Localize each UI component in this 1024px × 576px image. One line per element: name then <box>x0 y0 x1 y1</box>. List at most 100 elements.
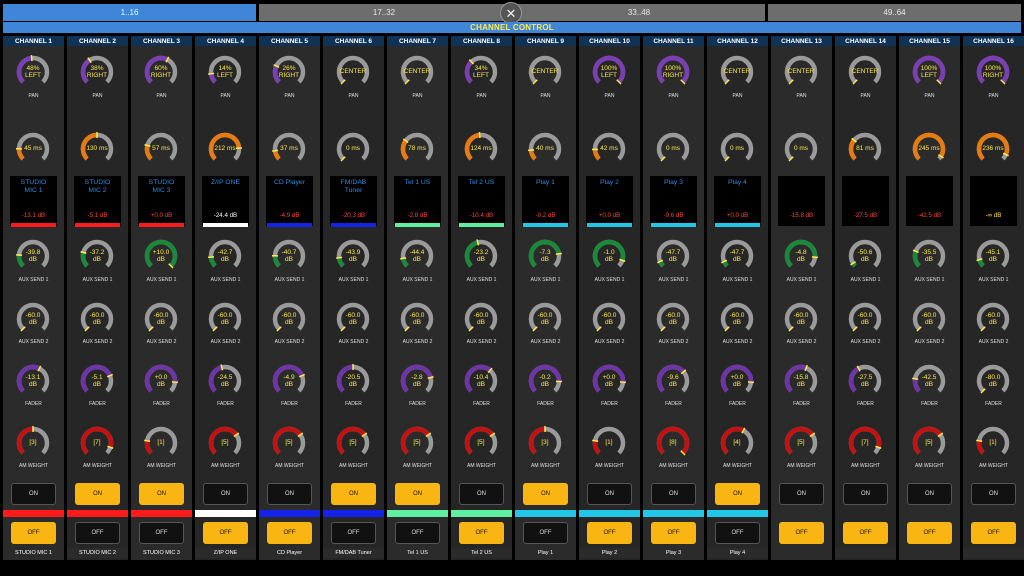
delay-knob[interactable]: 40 ms <box>525 129 565 169</box>
off-button[interactable]: OFF <box>779 522 824 544</box>
aux-send-2-knob[interactable]: -60.0 dB <box>269 299 309 339</box>
on-button[interactable]: ON <box>523 483 568 505</box>
pan-knob[interactable]: CENTER <box>333 52 373 92</box>
on-button[interactable]: ON <box>139 483 184 505</box>
fader-knob[interactable]: -5.1 dB <box>77 361 117 401</box>
am-weight-knob[interactable]: [7] <box>77 423 117 463</box>
am-weight-knob[interactable]: [3] <box>525 423 565 463</box>
aux-send-2-knob[interactable]: -60.0 dB <box>525 299 565 339</box>
on-button[interactable]: ON <box>267 483 312 505</box>
off-button[interactable]: OFF <box>139 522 184 544</box>
on-button[interactable]: ON <box>203 483 248 505</box>
tab-1-16[interactable]: 1..16 <box>3 4 256 21</box>
on-button[interactable]: ON <box>459 483 504 505</box>
aux-send-1-knob[interactable]: -4.8 dB <box>781 236 821 276</box>
aux-send-2-knob[interactable]: -60.0 dB <box>461 299 501 339</box>
aux-send-1-knob[interactable]: -43.9 dB <box>333 236 373 276</box>
delay-knob[interactable]: 236 ms <box>973 129 1013 169</box>
aux-send-2-knob[interactable]: -60.0 dB <box>781 299 821 339</box>
pan-knob[interactable]: CENTER <box>781 52 821 92</box>
aux-send-2-knob[interactable]: -60.0 dB <box>141 299 181 339</box>
on-button[interactable]: ON <box>779 483 824 505</box>
delay-knob[interactable]: 42 ms <box>589 129 629 169</box>
am-weight-knob[interactable]: [4] <box>717 423 757 463</box>
pan-knob[interactable]: CENTER <box>397 52 437 92</box>
pan-knob[interactable]: 100% RIGHT <box>973 52 1013 92</box>
fader-knob[interactable]: +0.0 dB <box>141 361 181 401</box>
pan-knob[interactable]: 100% LEFT <box>589 52 629 92</box>
delay-knob[interactable]: 81 ms <box>845 129 885 169</box>
aux-send-2-knob[interactable]: -60.0 dB <box>909 299 949 339</box>
aux-send-2-knob[interactable]: -60.0 dB <box>77 299 117 339</box>
aux-send-1-knob[interactable]: +10.0 dB <box>141 236 181 276</box>
aux-send-1-knob[interactable]: -50.6 dB <box>845 236 885 276</box>
off-button[interactable]: OFF <box>203 522 248 544</box>
aux-send-1-knob[interactable]: -45.1 dB <box>973 236 1013 276</box>
pan-knob[interactable]: 38% RIGHT <box>77 52 117 92</box>
aux-send-1-knob[interactable]: -39.8 dB <box>13 236 53 276</box>
off-button[interactable]: OFF <box>651 522 696 544</box>
on-button[interactable]: ON <box>395 483 440 505</box>
pan-knob[interactable]: 100% RIGHT <box>653 52 693 92</box>
on-button[interactable]: ON <box>331 483 376 505</box>
am-weight-knob[interactable]: [7] <box>845 423 885 463</box>
pan-knob[interactable]: 34% LEFT <box>461 52 501 92</box>
pan-knob[interactable]: CENTER <box>717 52 757 92</box>
am-weight-knob[interactable]: [5] <box>909 423 949 463</box>
tab-17-32[interactable]: 17..32 <box>259 4 509 21</box>
delay-knob[interactable]: 0 ms <box>781 129 821 169</box>
delay-knob[interactable]: 245 ms <box>909 129 949 169</box>
aux-send-1-knob[interactable]: -7.3 dB <box>525 236 565 276</box>
on-button[interactable]: ON <box>715 483 760 505</box>
fader-knob[interactable]: +0.0 dB <box>589 361 629 401</box>
fader-knob[interactable]: -4.9 dB <box>269 361 309 401</box>
aux-send-1-knob[interactable]: -35.5 dB <box>909 236 949 276</box>
off-button[interactable]: OFF <box>331 522 376 544</box>
am-weight-knob[interactable]: [1] <box>589 423 629 463</box>
am-weight-knob[interactable]: [5] <box>397 423 437 463</box>
off-button[interactable]: OFF <box>907 522 952 544</box>
off-button[interactable]: OFF <box>715 522 760 544</box>
fader-knob[interactable]: -10.4 dB <box>461 361 501 401</box>
delay-knob[interactable]: 130 ms <box>77 129 117 169</box>
aux-send-1-knob[interactable]: -47.7 dB <box>653 236 693 276</box>
fader-knob[interactable]: -2.8 dB <box>397 361 437 401</box>
close-icon[interactable]: ✕ <box>500 2 522 24</box>
off-button[interactable]: OFF <box>523 522 568 544</box>
am-weight-knob[interactable]: [1] <box>141 423 181 463</box>
delay-knob[interactable]: 0 ms <box>333 129 373 169</box>
am-weight-knob[interactable]: [3] <box>13 423 53 463</box>
pan-knob[interactable]: 14% LEFT <box>205 52 245 92</box>
on-button[interactable]: ON <box>587 483 632 505</box>
pan-knob[interactable]: 26% RIGHT <box>269 52 309 92</box>
delay-knob[interactable]: 124 ms <box>461 129 501 169</box>
pan-knob[interactable]: 48% LEFT <box>13 52 53 92</box>
on-button[interactable]: ON <box>11 483 56 505</box>
fader-knob[interactable]: -24.5 dB <box>205 361 245 401</box>
aux-send-2-knob[interactable]: -60.0 dB <box>397 299 437 339</box>
fader-knob[interactable]: -0.2 dB <box>525 361 565 401</box>
off-button[interactable]: OFF <box>843 522 888 544</box>
off-button[interactable]: OFF <box>75 522 120 544</box>
aux-send-1-knob[interactable]: -40.7 dB <box>269 236 309 276</box>
delay-knob[interactable]: 212 ms <box>205 129 245 169</box>
aux-send-1-knob[interactable]: -1.0 dB <box>589 236 629 276</box>
on-button[interactable]: ON <box>843 483 888 505</box>
off-button[interactable]: OFF <box>267 522 312 544</box>
am-weight-knob[interactable]: [5] <box>205 423 245 463</box>
off-button[interactable]: OFF <box>587 522 632 544</box>
aux-send-2-knob[interactable]: -60.0 dB <box>205 299 245 339</box>
off-button[interactable]: OFF <box>459 522 504 544</box>
delay-knob[interactable]: 0 ms <box>717 129 757 169</box>
fader-knob[interactable]: -80.0 dB <box>973 361 1013 401</box>
on-button[interactable]: ON <box>651 483 696 505</box>
fader-knob[interactable]: -15.8 dB <box>781 361 821 401</box>
aux-send-1-knob[interactable]: -47.7 dB <box>717 236 757 276</box>
aux-send-2-knob[interactable]: -60.0 dB <box>589 299 629 339</box>
pan-knob[interactable]: CENTER <box>845 52 885 92</box>
aux-send-2-knob[interactable]: -60.0 dB <box>13 299 53 339</box>
aux-send-1-knob[interactable]: -44.4 dB <box>397 236 437 276</box>
tab-33-48[interactable]: 33..48 <box>513 4 765 21</box>
on-button[interactable]: ON <box>75 483 120 505</box>
delay-knob[interactable]: 37 ms <box>269 129 309 169</box>
